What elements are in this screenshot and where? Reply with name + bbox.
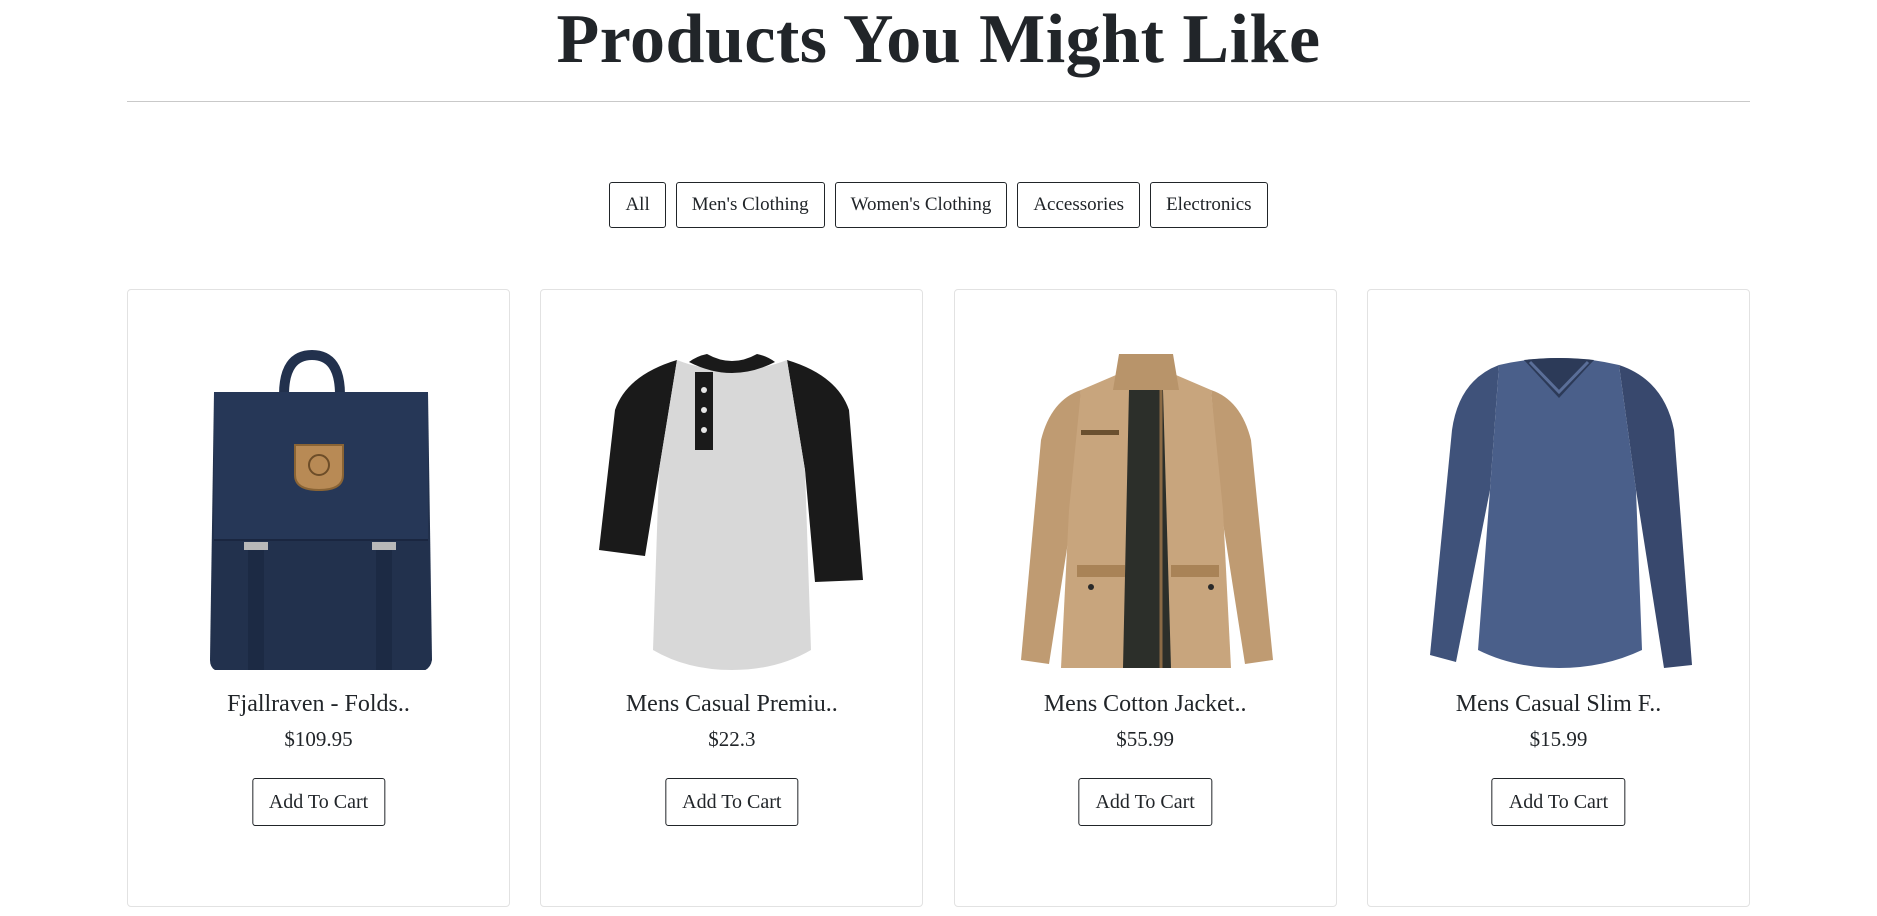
product-card: Fjallraven - Folds.. $109.95 Add To Cart bbox=[127, 289, 510, 907]
filter-mens-clothing-button[interactable]: Men's Clothing bbox=[675, 182, 825, 228]
product-title[interactable]: Fjallraven - Folds.. bbox=[128, 689, 509, 719]
product-price: $22.3 bbox=[708, 727, 756, 751]
page-title: Products You Might Like bbox=[556, 1, 1321, 78]
filter-accessories-button[interactable]: Accessories bbox=[1017, 182, 1141, 228]
filter-all-button[interactable]: All bbox=[609, 182, 666, 228]
add-to-cart-button[interactable]: Add To Cart bbox=[1491, 778, 1626, 826]
product-price: $109.95 bbox=[284, 727, 353, 751]
category-filter-bar: All Men's Clothing Women's Clothing Acce… bbox=[0, 182, 1877, 228]
backpack-image[interactable] bbox=[184, 350, 454, 670]
longsleeve-shirt-image[interactable] bbox=[1424, 350, 1694, 670]
filter-electronics-button[interactable]: Electronics bbox=[1150, 182, 1268, 228]
title-divider bbox=[127, 101, 1750, 102]
add-to-cart-button[interactable]: Add To Cart bbox=[665, 778, 799, 826]
product-card: Mens Cotton Jacket.. $55.99 Add To Cart bbox=[953, 289, 1337, 907]
jacket-image[interactable] bbox=[1011, 350, 1281, 670]
filter-womens-clothing-button[interactable]: Women's Clothing bbox=[834, 182, 1008, 228]
product-card: Mens Casual Slim F.. $15.99 Add To Cart bbox=[1366, 289, 1750, 907]
product-title[interactable]: Mens Cotton Jacket.. bbox=[955, 689, 1336, 719]
product-title[interactable]: Mens Casual Slim F.. bbox=[1368, 689, 1749, 719]
add-to-cart-button[interactable]: Add To Cart bbox=[1078, 778, 1212, 826]
product-price: $55.99 bbox=[1116, 727, 1175, 751]
product-price: $15.99 bbox=[1529, 727, 1588, 751]
add-to-cart-button[interactable]: Add To Cart bbox=[251, 778, 386, 826]
product-card: Mens Casual Premiu.. $22.3 Add To Cart bbox=[540, 289, 924, 907]
product-grid: Fjallraven - Folds.. $109.95 Add To Cart… bbox=[127, 289, 1750, 907]
product-title[interactable]: Mens Casual Premiu.. bbox=[541, 689, 922, 719]
raglan-shirt-image[interactable] bbox=[597, 350, 867, 670]
